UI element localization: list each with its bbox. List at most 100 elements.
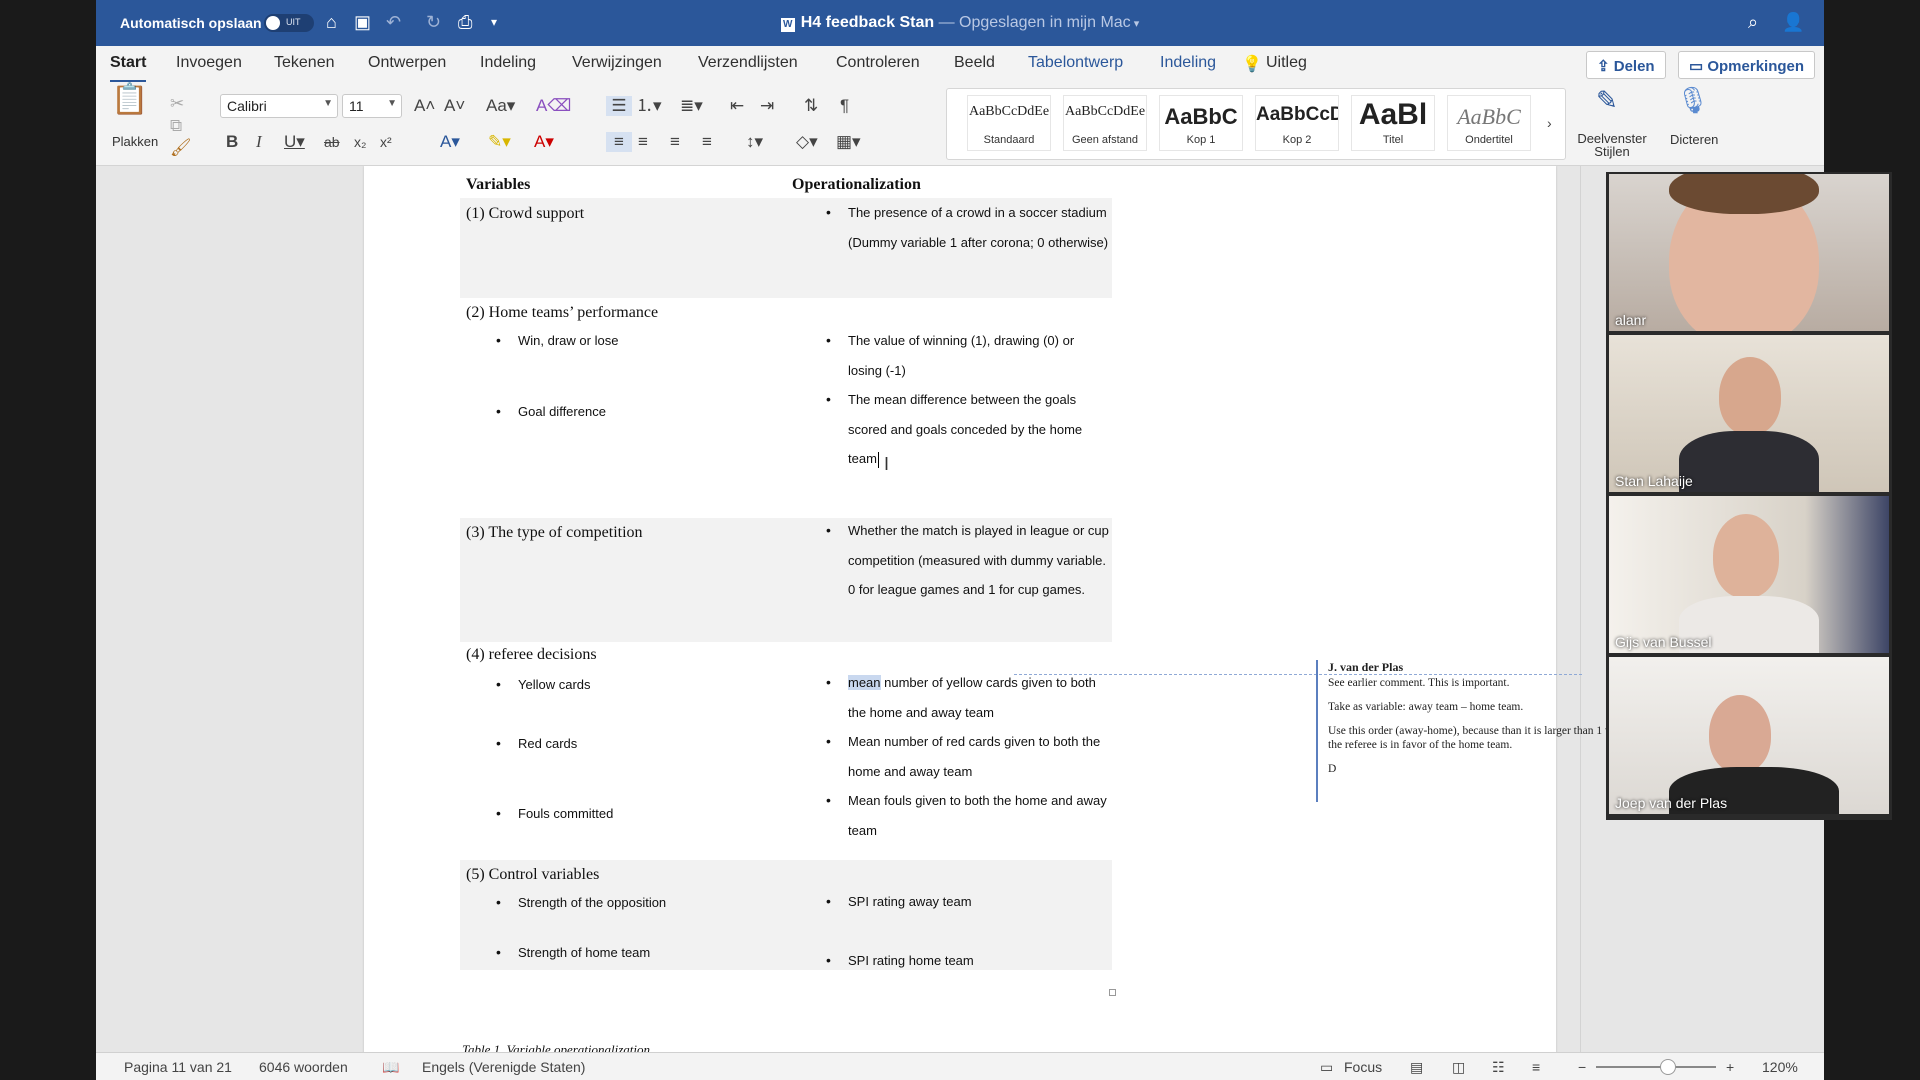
- multilevel-list-icon[interactable]: ≣▾: [680, 96, 703, 116]
- tab-start[interactable]: Start: [110, 54, 147, 83]
- tab-tekenen[interactable]: Tekenen: [274, 54, 335, 72]
- participant-face: [1709, 695, 1771, 773]
- outline-icon[interactable]: ☷: [1492, 1059, 1505, 1076]
- zoom-level[interactable]: 120%: [1762, 1059, 1798, 1075]
- print-layout-icon[interactable]: ▤: [1410, 1059, 1423, 1076]
- tab-verzendlijsten[interactable]: Verzendlijsten: [698, 54, 798, 72]
- subscript-icon[interactable]: x₂: [354, 132, 366, 152]
- font-color-icon[interactable]: A▾: [534, 132, 554, 152]
- draft-icon[interactable]: ≡: [1532, 1059, 1540, 1075]
- styles-pane-icon[interactable]: ✎: [1596, 87, 1618, 113]
- focus-label[interactable]: Focus: [1344, 1059, 1382, 1075]
- tab-controleren[interactable]: Controleren: [836, 54, 920, 72]
- commented-text-mean[interactable]: mean: [848, 675, 881, 690]
- tab-verwijzingen[interactable]: Verwijzingen: [572, 54, 662, 72]
- tab-ontwerpen[interactable]: Ontwerpen: [368, 54, 446, 72]
- word-count[interactable]: 6046 woorden: [259, 1059, 348, 1075]
- cut-icon[interactable]: ✂: [170, 94, 184, 114]
- italic-icon[interactable]: I: [256, 132, 262, 152]
- op-crowd-support: The presence of a crowd in a soccer stad…: [826, 198, 1110, 257]
- comments-button[interactable]: ▭ Opmerkingen: [1678, 51, 1816, 79]
- clear-formatting-icon[interactable]: A⌫: [536, 96, 571, 116]
- zoom-out-icon[interactable]: −: [1578, 1059, 1586, 1075]
- comment-balloon[interactable]: J. van der Plas See earlier comment. Thi…: [1316, 660, 1638, 802]
- paste-icon[interactable]: 📋: [110, 85, 150, 130]
- styles-more-icon[interactable]: ›: [1547, 113, 1552, 133]
- tab-invoegen[interactable]: Invoegen: [176, 54, 242, 72]
- increase-indent-icon[interactable]: ⇥: [760, 96, 774, 116]
- participant-hair: [1669, 174, 1819, 214]
- paragraph-marks-icon[interactable]: ¶: [840, 96, 849, 116]
- copy-icon[interactable]: ⧉: [170, 116, 182, 136]
- video-tile-4[interactable]: Joep van der Plas: [1609, 657, 1889, 814]
- tab-uitleg[interactable]: Uitleg: [1266, 54, 1307, 72]
- participant-name-1: alanr: [1615, 312, 1647, 328]
- op-win-draw-lose: The value of winning (1), drawing (0) or…: [826, 326, 1110, 385]
- styles-pane-label[interactable]: Deelvenster Stijlen: [1576, 132, 1648, 158]
- tab-tabel-indeling[interactable]: Indeling: [1160, 54, 1216, 72]
- sort-icon[interactable]: ⇅: [804, 96, 818, 116]
- style-titel[interactable]: AaBl Titel: [1351, 95, 1435, 151]
- ibeam-cursor-icon: I: [884, 454, 890, 474]
- style-ondertitel[interactable]: AaBbC Ondertitel: [1447, 95, 1531, 151]
- zoom-slider[interactable]: [1596, 1059, 1716, 1075]
- microphone-icon[interactable]: 🎙: [1676, 87, 1709, 113]
- font-name-select[interactable]: Calibri ▼: [220, 94, 338, 118]
- zoom-knob[interactable]: [1660, 1059, 1676, 1075]
- section-home-performance: (2) Home teams’ performance: [466, 304, 659, 321]
- numbering-icon[interactable]: ⒈▾: [636, 96, 662, 116]
- style-standaard[interactable]: AaBbCcDdEe Standaard: [967, 95, 1051, 151]
- dictate-label[interactable]: Dicteren: [1670, 132, 1718, 147]
- zoom-in-icon[interactable]: +: [1726, 1059, 1734, 1075]
- section-competition-type: (3) The type of competition: [466, 524, 643, 541]
- font-size-select[interactable]: 11 ▼: [342, 94, 402, 118]
- underline-icon[interactable]: U▾: [284, 132, 305, 152]
- tab-beeld[interactable]: Beeld: [954, 54, 995, 72]
- styles-gallery: AaBbCcDdEe Standaard AaBbCcDdEe Geen afsta…: [946, 88, 1566, 160]
- bullets-icon[interactable]: ☰: [606, 96, 632, 116]
- shrink-font-icon[interactable]: A˅: [444, 96, 465, 116]
- document-workspace[interactable]: Variables Operationalization (1) Crowd s…: [96, 166, 1824, 1052]
- style-kop-2[interactable]: AaBbCcD Kop 2: [1255, 95, 1339, 151]
- comment-line-2: Take as variable: away team – home team.: [1328, 701, 1524, 713]
- proofing-icon[interactable]: 📖: [382, 1059, 399, 1076]
- grow-font-icon[interactable]: A˄: [414, 96, 435, 116]
- align-right-icon[interactable]: ≡: [670, 132, 680, 152]
- video-tile-3[interactable]: Gijs van Bussel: [1609, 496, 1889, 653]
- style-kop-1[interactable]: AaBbC Kop 1: [1159, 95, 1243, 151]
- style-geen-afstand[interactable]: AaBbCcDdEe Geen afstand: [1063, 95, 1147, 151]
- focus-icon[interactable]: ▭: [1320, 1059, 1333, 1076]
- change-case-icon[interactable]: Aa▾: [486, 96, 515, 116]
- op-spi-away: SPI rating away team: [826, 887, 971, 916]
- account-icon[interactable]: 👤: [1782, 11, 1804, 33]
- comment-line-1: See earlier comment. This is important.: [1328, 677, 1510, 689]
- decrease-indent-icon[interactable]: ⇤: [730, 96, 744, 116]
- document-title: W H4 feedback Stan — Opgeslagen in mijn M…: [96, 14, 1824, 32]
- document-page[interactable]: Variables Operationalization (1) Crowd s…: [364, 166, 1582, 1052]
- superscript-icon[interactable]: x²: [380, 132, 392, 152]
- participant-face: [1719, 357, 1781, 435]
- tab-tabelontwerp[interactable]: Tabelontwerp: [1028, 54, 1123, 72]
- align-left-icon[interactable]: ≡: [606, 132, 632, 152]
- bold-icon[interactable]: B: [226, 132, 238, 152]
- highlight-icon[interactable]: ✎▾: [488, 132, 511, 152]
- share-button[interactable]: ⇪ Delen: [1586, 51, 1666, 79]
- text-effects-icon[interactable]: A▾: [440, 132, 460, 152]
- comment-icon: ▭: [1689, 58, 1708, 75]
- justify-icon[interactable]: ≡: [702, 132, 712, 152]
- shading-icon[interactable]: ◇▾: [796, 132, 818, 152]
- video-tile-1[interactable]: alanr: [1609, 174, 1889, 331]
- tab-indeling[interactable]: Indeling: [480, 54, 536, 72]
- web-layout-icon[interactable]: ◫: [1452, 1059, 1465, 1076]
- search-icon[interactable]: ⌕: [1748, 11, 1758, 33]
- item-strength-opposition: Strength of the opposition: [496, 888, 666, 917]
- language[interactable]: Engels (Verenigde Staten): [422, 1059, 585, 1075]
- strikethrough-icon[interactable]: ab: [324, 132, 340, 152]
- video-tile-2[interactable]: Stan Lahaije: [1609, 335, 1889, 492]
- borders-icon[interactable]: ▦▾: [836, 132, 861, 152]
- line-spacing-icon[interactable]: ↕▾: [746, 132, 763, 152]
- format-painter-icon[interactable]: 🖌: [170, 138, 192, 158]
- table-resize-handle[interactable]: [1109, 989, 1116, 996]
- page-count[interactable]: Pagina 11 van 21: [124, 1059, 232, 1075]
- align-center-icon[interactable]: ≡: [638, 132, 648, 152]
